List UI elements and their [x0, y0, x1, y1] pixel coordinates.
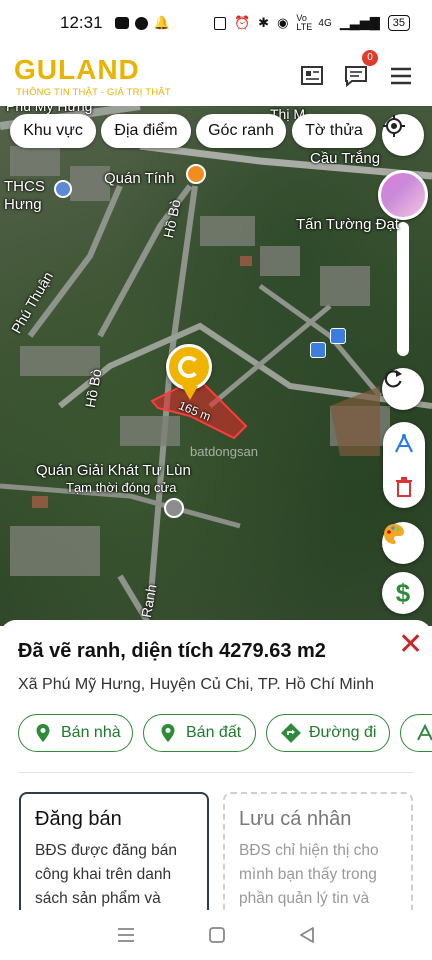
- map-layer-thumbnail[interactable]: [378, 170, 428, 220]
- sell-house-button[interactable]: Bán nhà: [18, 714, 133, 752]
- restaurant-pin-icon: [186, 164, 206, 184]
- map-pin-icon: [161, 724, 175, 742]
- app-tagline: THÔNG TIN THẬT - GIÁ TRỊ THẬT: [16, 87, 171, 98]
- refresh-icon: [384, 370, 402, 388]
- save-private-title: Lưu cá nhân: [239, 808, 352, 830]
- bell-icon: 🔔: [153, 15, 170, 30]
- crosshair-icon: [383, 115, 405, 137]
- post-for-sale-card[interactable]: Đăng bán BĐS được đăng bán công khai trê…: [19, 792, 209, 910]
- app-header: GULAND THÔNG TIN THẬT - GIÁ TRỊ THẬT 0: [0, 46, 432, 106]
- directions-button[interactable]: Đường đi: [266, 714, 390, 752]
- draw-polygon-icon: [417, 723, 432, 741]
- refresh-button[interactable]: [382, 368, 424, 410]
- chat-icon[interactable]: [343, 64, 369, 88]
- post-for-sale-title: Đăng bán: [35, 808, 122, 830]
- facebook-icon: [134, 16, 148, 30]
- more-tools-button[interactable]: [400, 714, 432, 752]
- menu-icon[interactable]: [388, 64, 414, 88]
- zalo-icon: [114, 17, 129, 29]
- alarm-icon: ⏰: [233, 15, 251, 30]
- map-label-quan-giai-khat: Quán Giải Khát Tư Lùn: [36, 462, 191, 479]
- news-icon[interactable]: [299, 64, 325, 88]
- sell-land-label: Bán đất: [186, 724, 242, 741]
- parcel-marker-tail: [182, 386, 198, 400]
- notification-badge: 0: [362, 50, 378, 66]
- status-bar: 12:31 🔔 ⏰ ✱ ◉ Vo LTE 4G ▁▃▅▇ 35: [0, 0, 432, 46]
- directions-label: Đường đi: [309, 724, 377, 741]
- save-private-card[interactable]: Lưu cá nhân BĐS chỉ hiện thị cho mình bạ…: [223, 792, 413, 910]
- bus-stop-icon: [330, 328, 346, 344]
- filter-goc-ranh[interactable]: Góc ranh: [196, 114, 286, 148]
- school-icon: [54, 180, 72, 198]
- trash-icon[interactable]: [394, 476, 414, 498]
- bus-stop-icon: [310, 342, 326, 358]
- volte-label: Vo LTE: [296, 13, 313, 32]
- map-label-my-hung: Phú Mỹ Hưng: [6, 106, 93, 114]
- sell-land-button[interactable]: Bán đất: [143, 714, 256, 752]
- home-icon[interactable]: [208, 926, 226, 944]
- filter-khu-vuc[interactable]: Khu vực: [10, 114, 96, 148]
- map-watermark: batdongsan: [190, 444, 258, 459]
- battery-indicator: 35: [387, 15, 410, 31]
- map-label-tan-tuong: Tấn Tường Đạt: [296, 216, 399, 233]
- sheet-title: Đã vẽ ranh, diện tích 4279.63 m2: [18, 640, 326, 662]
- recent-apps-icon[interactable]: [116, 927, 136, 943]
- satellite-map[interactable]: Phú Mỹ Hưng Thị M Khu vực Địa điểm Góc r…: [0, 106, 432, 626]
- price-button[interactable]: $: [382, 572, 424, 614]
- map-label-quan-tinh: Quán Tính: [104, 170, 175, 187]
- back-icon[interactable]: [298, 926, 316, 944]
- map-label-school: THCS Hưng: [4, 178, 45, 213]
- bluetooth-icon: ✱: [258, 15, 270, 30]
- draw-polygon-icon[interactable]: [392, 432, 416, 456]
- app-screen: 12:31 🔔 ⏰ ✱ ◉ Vo LTE 4G ▁▃▅▇ 35 GULAND T…: [0, 0, 432, 960]
- opacity-slider[interactable]: [397, 222, 409, 356]
- palette-icon: [384, 524, 404, 544]
- parcel-marker[interactable]: [166, 344, 212, 390]
- signal-icon: ▁▃▅▇: [339, 15, 380, 30]
- post-for-sale-desc: BĐS được đăng bán công khai trên danh sá…: [35, 842, 178, 907]
- sell-house-label: Bán nhà: [61, 724, 121, 741]
- map-label-tam-thoi: Tạm thời đóng cửa: [66, 480, 177, 495]
- guland-g-icon: [178, 356, 200, 378]
- directions-icon: [281, 723, 301, 743]
- status-app-icons: 🔔: [114, 15, 170, 31]
- filter-dia-diem[interactable]: Địa điểm: [101, 114, 191, 148]
- filter-to-thua[interactable]: Tờ thửa: [292, 114, 376, 148]
- nfc-icon: [213, 16, 226, 30]
- parcel-info-sheet: Đã vẽ ranh, diện tích 4279.63 m2 ✕ Xã Ph…: [0, 620, 432, 910]
- status-system-icons: ⏰ ✱ ◉ Vo LTE 4G ▁▃▅▇ 35: [213, 13, 410, 32]
- palette-button[interactable]: [382, 522, 424, 564]
- close-icon[interactable]: ✕: [398, 630, 423, 660]
- network-label: 4G: [318, 17, 332, 29]
- map-label-cau-trang: Cầu Trắng: [310, 150, 381, 167]
- sheet-divider: [18, 772, 414, 773]
- locate-button[interactable]: [382, 114, 424, 156]
- app-logo[interactable]: GULAND: [14, 54, 140, 86]
- map-pin-icon: [36, 724, 50, 742]
- cafe-pin-icon: [164, 498, 184, 518]
- dollar-icon: $: [395, 577, 411, 608]
- status-time: 12:31: [60, 13, 103, 32]
- save-private-desc: BĐS chỉ hiện thị cho mình bạn thấy trong…: [239, 842, 379, 907]
- location-icon: ◉: [277, 15, 289, 30]
- system-nav-bar: [0, 910, 432, 960]
- sheet-address: Xã Phú Mỹ Hưng, Huyện Củ Chi, TP. Hồ Chí…: [18, 676, 375, 693]
